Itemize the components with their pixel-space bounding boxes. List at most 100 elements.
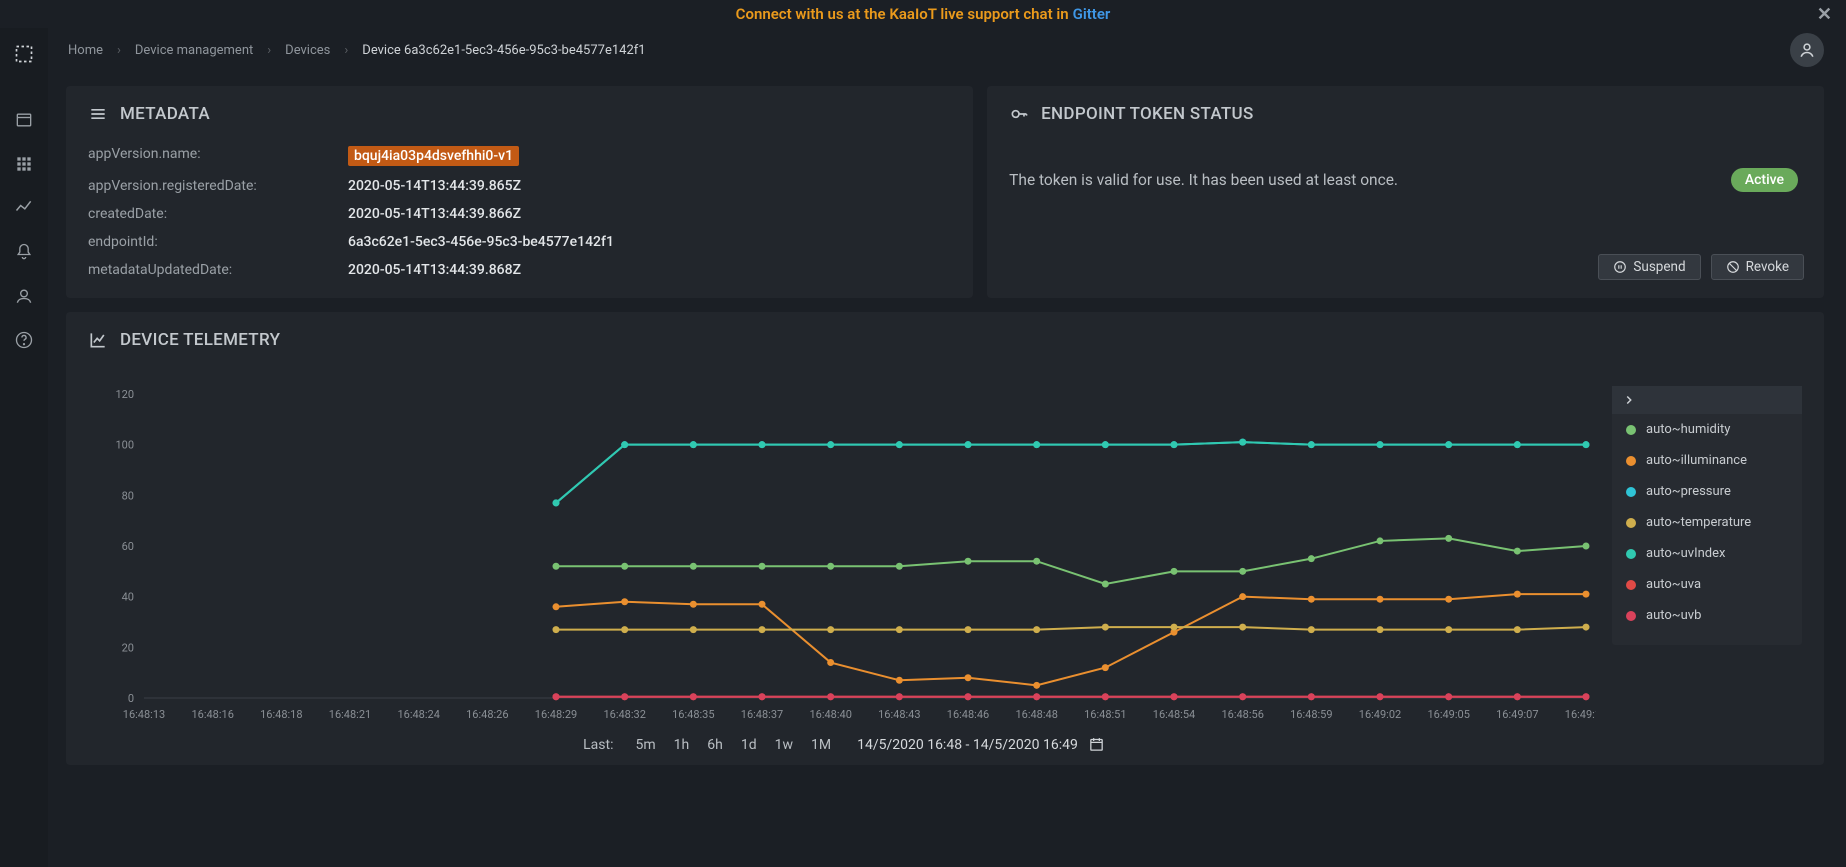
legend-item[interactable]: auto~uvIndex <box>1612 538 1802 569</box>
svg-text:16:48:46: 16:48:46 <box>947 708 989 721</box>
svg-text:16:48:18: 16:48:18 <box>260 708 302 721</box>
revoke-button[interactable]: Revoke <box>1711 254 1804 280</box>
metadata-row: endpointId:6a3c62e1-5ec3-456e-95c3-be457… <box>88 234 951 250</box>
status-badge: Active <box>1731 168 1798 192</box>
legend-item[interactable]: auto~uvb <box>1612 600 1802 631</box>
calendar-icon <box>1088 736 1105 753</box>
timebar-label: Last: <box>583 737 613 753</box>
sidebar-item-help[interactable] <box>4 320 44 360</box>
time-range-option[interactable]: 5m <box>636 737 656 753</box>
sidebar <box>0 28 48 867</box>
svg-text:40: 40 <box>122 591 134 604</box>
time-range-option[interactable]: 6h <box>707 737 723 753</box>
legend-item[interactable]: auto~uva <box>1612 569 1802 600</box>
breadcrumb-devices[interactable]: Devices <box>285 43 330 58</box>
svg-text:16:48:43: 16:48:43 <box>878 708 920 721</box>
chevron-right-icon: › <box>344 43 348 58</box>
sidebar-item-apps[interactable] <box>4 144 44 184</box>
svg-text:60: 60 <box>122 540 134 553</box>
metadata-row: metadataUpdatedDate:2020-05-14T13:44:39.… <box>88 262 951 278</box>
metadata-value: 2020-05-14T13:44:39.865Z <box>348 178 521 194</box>
svg-text:16:49:05: 16:49:05 <box>1427 708 1469 721</box>
telemetry-panel: DEVICE TELEMETRY 02040608010012016:48:13… <box>66 312 1824 765</box>
legend-label: auto~uvb <box>1646 608 1701 623</box>
svg-text:16:48:24: 16:48:24 <box>397 708 439 721</box>
legend-item[interactable]: auto~temperature <box>1612 507 1802 538</box>
svg-text:16:48:59: 16:48:59 <box>1290 708 1332 721</box>
date-range-picker[interactable]: 14/5/2020 16:48 - 14/5/2020 16:49 <box>853 734 1109 755</box>
legend-swatch <box>1626 487 1636 497</box>
svg-text:16:48:48: 16:48:48 <box>1015 708 1057 721</box>
legend-swatch <box>1626 549 1636 559</box>
legend-label: auto~uvIndex <box>1646 546 1725 561</box>
time-range-option[interactable]: 1d <box>741 737 757 753</box>
banner-link[interactable]: Gitter <box>1073 5 1111 23</box>
svg-text:120: 120 <box>115 388 134 401</box>
close-icon[interactable]: ✕ <box>1817 4 1832 25</box>
metadata-row: createdDate:2020-05-14T13:44:39.866Z <box>88 206 951 222</box>
svg-text:16:48:54: 16:48:54 <box>1153 708 1195 721</box>
breadcrumb: Home › Device management › Devices › Dev… <box>68 43 646 58</box>
sidebar-item-dashboard[interactable] <box>4 100 44 140</box>
svg-text:16:48:21: 16:48:21 <box>329 708 371 721</box>
banner-text: Connect with us at the KaaIoT live suppo… <box>736 5 1069 23</box>
telemetry-title: DEVICE TELEMETRY <box>120 330 280 350</box>
chart-legend: auto~humidity auto~illuminance auto~pressu… <box>1612 386 1802 645</box>
legend-swatch <box>1626 518 1636 528</box>
legend-label: auto~pressure <box>1646 484 1731 499</box>
legend-swatch <box>1626 611 1636 621</box>
svg-text:0: 0 <box>128 692 134 705</box>
svg-text:16:48:26: 16:48:26 <box>466 708 508 721</box>
svg-text:16:48:32: 16:48:32 <box>603 708 645 721</box>
metadata-key: endpointId: <box>88 234 348 250</box>
metadata-key: appVersion.registeredDate: <box>88 178 348 194</box>
logo-icon[interactable] <box>4 34 44 74</box>
svg-text:16:48:51: 16:48:51 <box>1084 708 1126 721</box>
svg-text:16:48:35: 16:48:35 <box>672 708 714 721</box>
token-panel: ENDPOINT TOKEN STATUS The token is valid… <box>987 86 1824 298</box>
user-avatar[interactable] <box>1790 33 1824 67</box>
time-range-option[interactable]: 1M <box>811 737 831 753</box>
legend-label: auto~humidity <box>1646 422 1730 437</box>
svg-text:16:49:10: 16:49:10 <box>1565 708 1596 721</box>
time-range-option[interactable]: 1h <box>674 737 690 753</box>
metadata-value: 2020-05-14T13:44:39.866Z <box>348 206 521 222</box>
time-range-option[interactable]: 1w <box>775 737 793 753</box>
legend-label: auto~uva <box>1646 577 1701 592</box>
token-message: The token is valid for use. It has been … <box>1009 171 1398 189</box>
svg-text:16:48:56: 16:48:56 <box>1221 708 1263 721</box>
time-controls: Last: 5m 1h 6h 1d 1w 1M 14/5/2020 16:48 - 14/… <box>96 734 1596 755</box>
legend-toggle[interactable] <box>1612 386 1802 414</box>
legend-item[interactable]: auto~illuminance <box>1612 445 1802 476</box>
chevron-right-icon: › <box>117 43 121 58</box>
svg-text:16:49:07: 16:49:07 <box>1496 708 1538 721</box>
sidebar-item-users[interactable] <box>4 276 44 316</box>
svg-text:100: 100 <box>115 439 134 452</box>
key-icon <box>1009 104 1029 124</box>
date-range-text: 14/5/2020 16:48 - 14/5/2020 16:49 <box>857 737 1078 753</box>
sidebar-item-alerts[interactable] <box>4 232 44 272</box>
legend-item[interactable]: auto~humidity <box>1612 414 1802 445</box>
breadcrumb-home[interactable]: Home <box>68 43 103 58</box>
legend-item[interactable]: auto~pressure <box>1612 476 1802 507</box>
chart-area: 02040608010012016:48:1316:48:1616:48:181… <box>88 372 1604 755</box>
metadata-key: createdDate: <box>88 206 348 222</box>
metadata-title: METADATA <box>120 104 210 124</box>
legend-label: auto~illuminance <box>1646 453 1747 468</box>
block-icon <box>1726 260 1740 274</box>
breadcrumb-devmgmt[interactable]: Device management <box>135 43 253 58</box>
svg-text:16:48:16: 16:48:16 <box>191 708 233 721</box>
breadcrumb-current: Device 6a3c62e1-5ec3-456e-95c3-be4577e14… <box>362 43 645 58</box>
legend-swatch <box>1626 425 1636 435</box>
sidebar-item-analytics[interactable] <box>4 188 44 228</box>
svg-text:16:48:40: 16:48:40 <box>809 708 851 721</box>
chart-icon <box>88 330 108 350</box>
suspend-button[interactable]: Suspend <box>1598 254 1700 280</box>
token-title: ENDPOINT TOKEN STATUS <box>1041 104 1253 124</box>
chevron-right-icon: › <box>267 43 271 58</box>
metadata-row: appVersion.name:bquj4ia03p4dsvefhhi0-v1 <box>88 146 951 166</box>
metadata-value: 6a3c62e1-5ec3-456e-95c3-be4577e142f1 <box>348 234 614 250</box>
telemetry-chart: 02040608010012016:48:1316:48:1616:48:181… <box>96 386 1596 726</box>
legend-swatch <box>1626 580 1636 590</box>
legend-swatch <box>1626 456 1636 466</box>
